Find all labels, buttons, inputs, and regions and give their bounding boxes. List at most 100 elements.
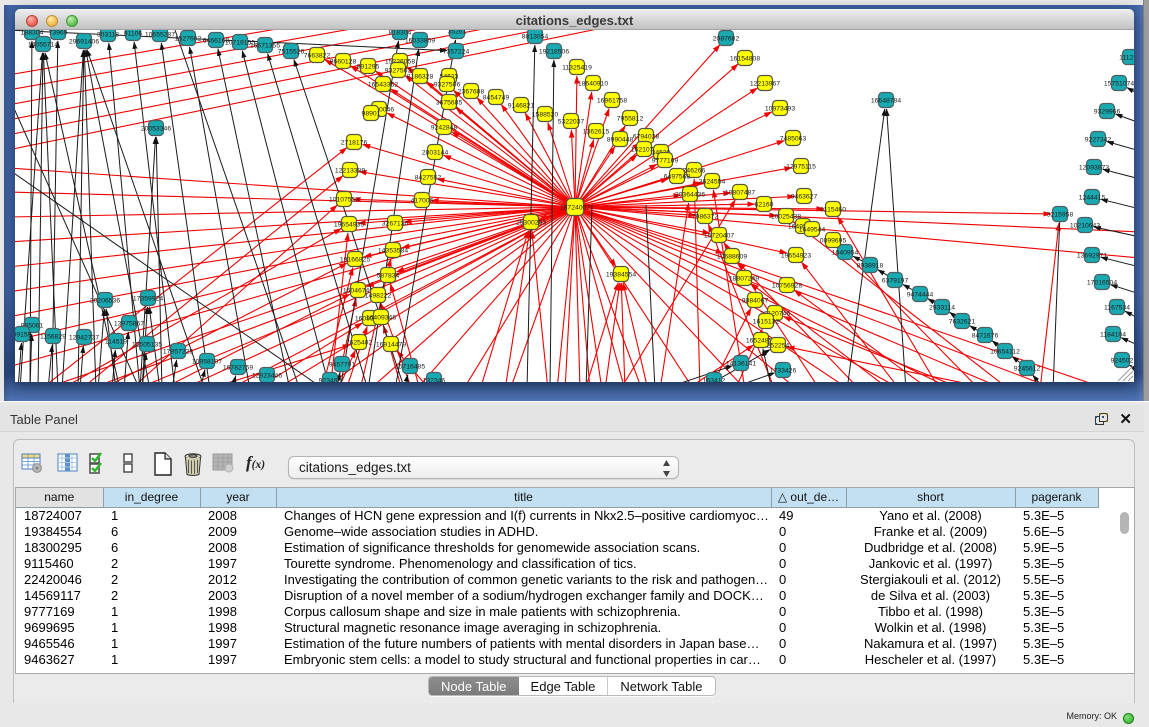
svg-text:10756928: 10756928 — [772, 282, 802, 289]
svg-text:7485063: 7485063 — [780, 135, 807, 142]
svg-text:2933114: 2933114 — [929, 304, 955, 311]
svg-text:15716485: 15716485 — [395, 363, 425, 370]
svg-text:12923446: 12923446 — [252, 372, 282, 379]
svg-text:10688609: 10688609 — [717, 253, 747, 260]
svg-text:19654923: 19654923 — [781, 252, 811, 259]
svg-text:25300293: 25300293 — [516, 219, 546, 226]
svg-text:114519: 114519 — [105, 338, 127, 345]
svg-text:7986372: 7986372 — [692, 213, 719, 220]
svg-text:1640954: 1640954 — [832, 249, 859, 256]
svg-text:924502: 924502 — [1111, 357, 1134, 364]
svg-text:417006: 417006 — [411, 197, 434, 204]
svg-text:9777169: 9777169 — [652, 157, 679, 164]
svg-text:16543362: 16543362 — [368, 81, 398, 88]
svg-text:73969: 73969 — [49, 30, 68, 36]
svg-text:12505135: 12505135 — [132, 341, 162, 348]
svg-text:1588520: 1588520 — [532, 111, 559, 118]
svg-text:3624554: 3624554 — [699, 178, 726, 185]
svg-text:6497568: 6497568 — [664, 173, 691, 180]
svg-text:818304: 818304 — [389, 30, 412, 36]
svg-text:1498222: 1498222 — [365, 292, 392, 299]
svg-text:1156829: 1156829 — [40, 333, 66, 340]
svg-text:19384554: 19384554 — [606, 271, 636, 278]
svg-text:18724007: 18724007 — [560, 204, 590, 211]
svg-text:6794028: 6794028 — [633, 133, 660, 140]
svg-text:17957225: 17957225 — [163, 348, 193, 355]
svg-text:10958107: 10958107 — [192, 358, 222, 365]
svg-text:13975867: 13975867 — [114, 320, 144, 327]
svg-text:12213389: 12213389 — [335, 167, 365, 174]
svg-text:19654935: 19654935 — [334, 221, 364, 228]
svg-text:8813054: 8813054 — [522, 33, 549, 40]
svg-text:1167534: 1167534 — [1104, 304, 1130, 311]
svg-text:11325419: 11325419 — [562, 64, 592, 71]
svg-text:29691406: 29691406 — [69, 38, 99, 45]
svg-text:9084067: 9084067 — [742, 297, 769, 304]
svg-text:12942737: 12942737 — [69, 334, 99, 341]
svg-text:9115460: 9115460 — [820, 206, 846, 213]
svg-text:19218506: 19218506 — [539, 48, 569, 55]
svg-text:17016504: 17016504 — [1087, 279, 1117, 286]
svg-text:8660128: 8660128 — [330, 58, 357, 65]
svg-text:3267130: 3267130 — [382, 220, 409, 227]
svg-text:7357224: 7357224 — [443, 48, 470, 55]
svg-text:18807249: 18807249 — [729, 275, 759, 282]
svg-text:7625402: 7625402 — [346, 339, 373, 346]
svg-text:16033809: 16033809 — [405, 37, 435, 44]
svg-text:9457791: 9457791 — [329, 361, 356, 368]
svg-text:1184104: 1184104 — [1100, 331, 1126, 338]
svg-text:8454749: 8454749 — [483, 94, 510, 101]
svg-text:1362615: 1362615 — [583, 128, 610, 135]
svg-text:16782759: 16782759 — [223, 364, 253, 371]
svg-text:891295: 891295 — [357, 63, 380, 70]
svg-text:10210643: 10210643 — [1070, 222, 1100, 229]
svg-text:16648784: 16648784 — [871, 97, 901, 104]
svg-text:587834: 587834 — [377, 272, 400, 279]
svg-text:12093873: 12093873 — [1079, 164, 1109, 171]
svg-text:9242848: 9242848 — [431, 124, 458, 131]
svg-text:7515526: 7515526 — [278, 48, 305, 55]
svg-text:252254: 252254 — [767, 342, 790, 349]
svg-text:9327506: 9327506 — [434, 81, 461, 88]
svg-text:9245612: 9245612 — [1014, 365, 1041, 372]
svg-text:8471676: 8471676 — [972, 332, 999, 339]
svg-text:10107553: 10107553 — [329, 196, 359, 203]
svg-text:10654112: 10654112 — [990, 348, 1020, 355]
svg-text:2087682: 2087682 — [713, 35, 740, 42]
svg-text:14136141: 14136141 — [726, 360, 756, 367]
svg-text:20053346: 20053346 — [141, 125, 171, 132]
svg-text:9329966: 9329966 — [1094, 108, 1121, 115]
svg-text:7955812: 7955812 — [617, 115, 644, 122]
svg-text:0899695: 0899695 — [820, 237, 847, 244]
svg-text:6379197: 6379197 — [882, 277, 909, 284]
svg-text:15720407: 15720407 — [704, 232, 734, 239]
svg-text:303118: 303118 — [97, 31, 119, 38]
svg-text:16961758: 16961758 — [597, 97, 627, 104]
svg-text:2803144: 2803144 — [422, 149, 449, 156]
svg-text:9146821: 9146821 — [508, 102, 535, 109]
svg-text:8938918: 8938918 — [857, 262, 884, 269]
svg-text:7632621: 7632621 — [949, 318, 976, 325]
svg-text:14353584: 14353584 — [378, 247, 408, 254]
svg-text:9227342: 9227342 — [1085, 136, 1112, 143]
svg-text:12213967: 12213967 — [750, 80, 780, 87]
svg-text:5322037: 5322037 — [558, 118, 585, 125]
svg-text:16154808: 16154808 — [730, 55, 760, 62]
svg-text:1733426: 1733426 — [770, 367, 797, 374]
svg-text:132346: 132346 — [423, 377, 446, 382]
svg-text:98901: 98901 — [362, 110, 381, 117]
svg-text:3215958: 3215958 — [1047, 211, 1074, 218]
svg-text:10973493: 10973493 — [765, 105, 795, 112]
svg-text:16914479: 16914479 — [376, 341, 406, 348]
svg-text:12975115: 12975115 — [786, 163, 816, 170]
svg-text:17359924: 17359924 — [133, 295, 163, 302]
svg-text:20364436: 20364436 — [675, 191, 705, 198]
svg-text:16409346: 16409346 — [366, 314, 396, 321]
svg-text:39159: 39159 — [15, 331, 32, 338]
svg-text:16671355: 16671355 — [250, 42, 280, 49]
svg-text:923468: 923468 — [319, 377, 342, 382]
svg-text:3675685: 3675685 — [436, 99, 463, 106]
svg-text:1649544: 1649544 — [799, 226, 826, 233]
svg-text:9474444: 9474444 — [907, 291, 934, 298]
svg-text:14055714: 14055714 — [28, 41, 58, 48]
